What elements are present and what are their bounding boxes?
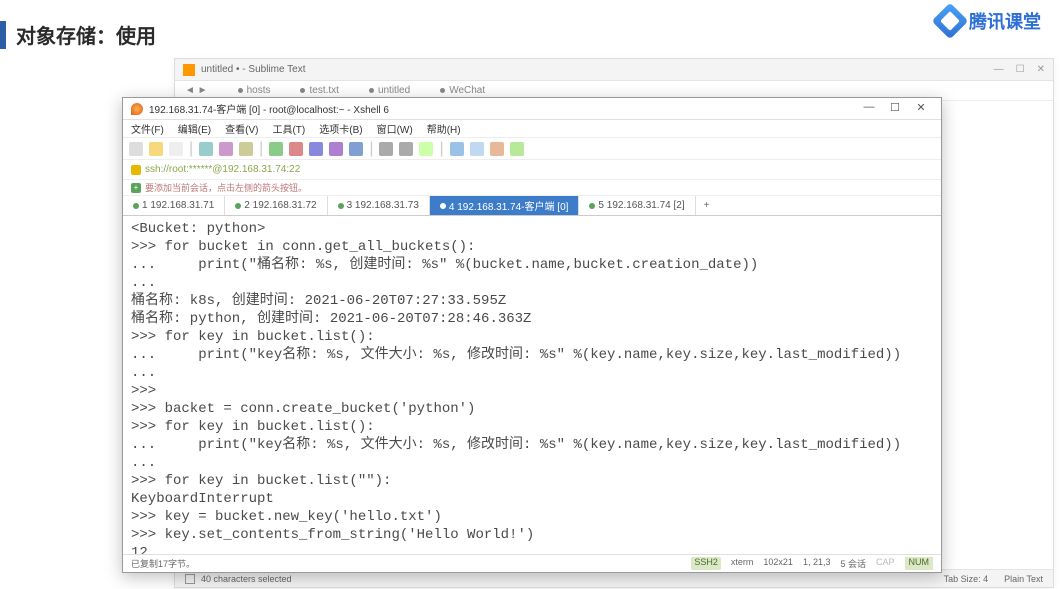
toolbar-icon[interactable] — [379, 142, 393, 156]
toolbar-icon[interactable] — [329, 142, 343, 156]
toolbar-icon[interactable] — [199, 142, 213, 156]
toolbar-icon[interactable] — [450, 142, 464, 156]
toolbar-icon[interactable] — [349, 142, 363, 156]
sublime-titlebar: untitled • - Sublime Text — ☐ ✕ — [175, 59, 1053, 81]
checkbox-icon — [185, 574, 195, 584]
xshell-hint-bar: + 要添加当前会话，点击左侧的箭头按钮。 — [123, 180, 941, 196]
toolbar-icon[interactable] — [419, 142, 433, 156]
status-term: xterm — [731, 557, 754, 570]
maximize-button[interactable]: ☐ — [883, 101, 907, 117]
sublime-window-controls[interactable]: — ☐ ✕ — [994, 64, 1045, 75]
session-dot-icon — [133, 203, 139, 209]
sublime-tab[interactable]: WeChat — [440, 85, 485, 96]
session-tab[interactable]: 4 192.168.31.74-客户端 [0] — [430, 196, 580, 215]
menu-item[interactable]: 选项卡(B) — [319, 121, 362, 136]
xshell-window: 192.168.31.74-客户端 [0] - root@localhost:~… — [122, 97, 942, 573]
sublime-tab-size[interactable]: Tab Size: 4 — [944, 574, 989, 584]
maximize-icon[interactable]: ☐ — [1016, 64, 1025, 75]
toolbar-icon[interactable] — [309, 142, 323, 156]
lock-icon — [131, 165, 141, 175]
plus-icon[interactable]: + — [131, 183, 141, 193]
minimize-icon[interactable]: — — [994, 64, 1004, 75]
new-icon[interactable] — [149, 142, 163, 156]
menu-item[interactable]: 编辑(E) — [178, 121, 211, 136]
xshell-toolbar: | | | | — [123, 138, 941, 160]
sublime-tab[interactable]: hosts — [238, 85, 271, 96]
status-pos: 1, 21,3 — [803, 557, 831, 570]
session-tab-label: 2 192.168.31.72 — [244, 200, 316, 211]
toolbar-icon[interactable] — [169, 142, 183, 156]
xshell-address-bar[interactable]: ssh://root:******@192.168.31.74:22 — [123, 160, 941, 180]
hint-text: 要添加当前会话，点击左侧的箭头按钮。 — [145, 181, 307, 194]
session-tab-label: 1 192.168.31.71 — [142, 200, 214, 211]
menu-item[interactable]: 工具(T) — [272, 121, 305, 136]
session-tab[interactable]: 2 192.168.31.72 — [225, 196, 327, 215]
toolbar-icon[interactable] — [490, 142, 504, 156]
session-tab[interactable]: 5 192.168.31.74 [2] — [579, 196, 695, 215]
toolbar-icon[interactable] — [510, 142, 524, 156]
menu-item[interactable]: 帮助(H) — [427, 121, 461, 136]
slide-title: 对象存储：使用 — [16, 20, 156, 49]
sublime-tab[interactable]: untitled — [369, 85, 410, 96]
session-tab-label: 3 192.168.31.73 — [347, 200, 419, 211]
toolbar-icon[interactable] — [470, 142, 484, 156]
xshell-title: 192.168.31.74-客户端 [0] - root@localhost:~… — [149, 101, 389, 116]
session-dot-icon — [589, 203, 595, 209]
brand-logo: 腾讯课堂 — [937, 8, 1041, 34]
menu-item[interactable]: 查看(V) — [225, 121, 258, 136]
toolbar-icon[interactable] — [269, 142, 283, 156]
session-tab[interactable]: 3 192.168.31.73 — [328, 196, 430, 215]
sublime-tab[interactable]: test.txt — [300, 85, 338, 96]
minimize-button[interactable]: — — [857, 101, 881, 117]
status-num: NUM — [905, 557, 934, 570]
toolbar-icon[interactable] — [289, 142, 303, 156]
menu-item[interactable]: 文件(F) — [131, 121, 164, 136]
slide-header: 对象存储：使用 — [0, 20, 156, 49]
status-size: 102x21 — [763, 557, 793, 570]
close-button[interactable]: ✕ — [909, 101, 933, 117]
xshell-titlebar: 192.168.31.74-客户端 [0] - root@localhost:~… — [123, 98, 941, 120]
menu-item[interactable]: 窗口(W) — [377, 121, 413, 136]
accent-bar — [0, 21, 6, 49]
sublime-status-left: 40 characters selected — [201, 574, 292, 584]
status-left: 已复制17字节。 — [131, 557, 691, 570]
close-icon[interactable]: ✕ — [1037, 64, 1045, 75]
toolbar-icon[interactable] — [129, 142, 143, 156]
xshell-statusbar: 已复制17字节。 SSH2 xterm 102x21 1, 21,3 5 会话 … — [123, 554, 941, 572]
session-tab-label: 5 192.168.31.74 [2] — [598, 200, 684, 211]
toolbar-icon[interactable] — [399, 142, 413, 156]
new-tab-button[interactable]: + — [696, 196, 718, 215]
session-tab[interactable]: 1 192.168.31.71 — [123, 196, 225, 215]
session-tab-label: 4 192.168.31.74-客户端 [0] — [449, 198, 569, 213]
toolbar-icon[interactable] — [219, 142, 233, 156]
xshell-icon — [131, 103, 143, 115]
terminal-output[interactable]: <Bucket: python>>>> for bucket in conn.g… — [123, 216, 941, 554]
status-ssh: SSH2 — [691, 557, 721, 570]
address-text: ssh://root:******@192.168.31.74:22 — [145, 164, 300, 175]
session-dot-icon — [235, 203, 241, 209]
brand-name: 腾讯课堂 — [969, 8, 1041, 34]
status-cap: CAP — [876, 557, 895, 570]
toolbar-icon[interactable] — [239, 142, 253, 156]
session-dot-icon — [338, 203, 344, 209]
xshell-menubar: 文件(F) 编辑(E) 查看(V) 工具(T) 选项卡(B) 窗口(W) 帮助(H) — [123, 120, 941, 138]
sublime-icon — [183, 64, 195, 76]
sublime-syntax[interactable]: Plain Text — [1004, 574, 1043, 584]
sublime-title: untitled • - Sublime Text — [201, 64, 305, 75]
session-dot-icon — [440, 203, 446, 209]
brand-icon — [932, 3, 969, 40]
xshell-session-tabs: 1 192.168.31.71 2 192.168.31.72 3 192.168.… — [123, 196, 941, 216]
status-sess: 5 会话 — [840, 557, 866, 570]
